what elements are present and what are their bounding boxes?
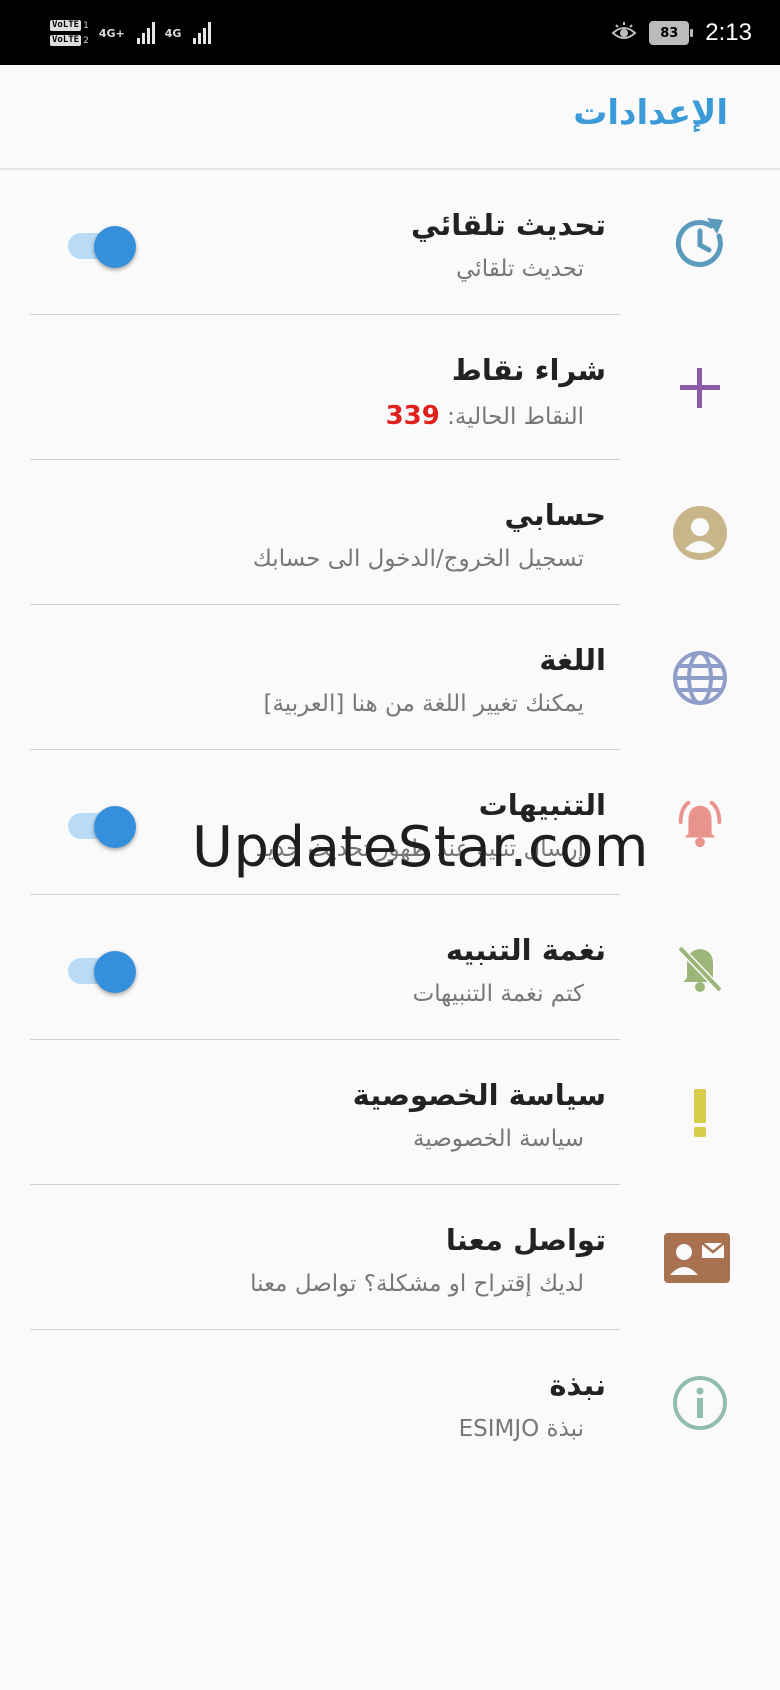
setting-title: سياسة الخصوصية [352,1078,606,1112]
eye-comfort-icon [611,22,637,39]
watermark: UpdateStar.com [192,815,649,880]
setting-language[interactable]: اللغة يمكنك تغيير اللغة من هنا [العربية] [0,605,780,750]
setting-my-account[interactable]: حسابي تسجيل الخروج/الدخول الى حسابك [0,460,780,605]
setting-subtitle: النقاط الحالية: 339 [386,401,584,431]
setting-title: نبذة [549,1368,606,1402]
bell-ring-icon [672,795,728,851]
battery-level: 83 [649,21,690,45]
globe-icon [672,650,728,706]
points-label: النقاط الحالية: [447,404,584,430]
account-icon [672,505,728,561]
network-type-1: 4G+ [98,26,125,40]
bell-off-icon [672,940,728,996]
volte-2-badge: VoLTE [50,35,82,46]
signal-1-icon [136,22,155,44]
network-type-2: 4G [164,26,182,40]
setting-subtitle: يمكنك تغيير اللغة من هنا [العربية] [263,691,585,717]
status-bar-left: VoLTE 1 VoLTE 2 4G+ 4G [50,12,212,54]
plus-icon [672,360,728,416]
setting-notification-tone[interactable]: نغمة التنبيه كتم نغمة التنبيهات [0,895,780,1040]
setting-contact-us[interactable]: تواصل معنا لديك إقتراح او مشكلة؟ تواصل م… [0,1185,780,1330]
auto-update-icon [672,215,728,271]
status-bar: VoLTE 1 VoLTE 2 4G+ 4G 83 2:13 [0,0,780,65]
setting-title: حسابي [504,498,606,532]
setting-title: اللغة [539,643,606,677]
volte-1-badge: VoLTE [50,20,82,31]
setting-buy-points[interactable]: شراء نقاط النقاط الحالية: 339 [0,315,780,460]
setting-title: تحديث تلقائي [411,208,606,242]
setting-subtitle: لديك إقتراح او مشكلة؟ تواصل معنا [250,1271,584,1297]
setting-about[interactable]: نبذة نبذة ESIMJO [0,1330,780,1475]
setting-title: تواصل معنا [445,1223,606,1257]
volte-1-number: 1 [83,20,89,31]
notification-tone-toggle[interactable] [68,949,140,993]
contact-card-icon [664,1230,730,1286]
app-bar: الإعدادات [0,65,780,170]
setting-title: نغمة التنبيه [445,933,606,967]
setting-subtitle: نبذة ESIMJO [458,1416,584,1442]
status-bar-right: 83 2:13 [611,12,752,54]
signal-2-icon [193,22,212,44]
volte-indicators: VoLTE 1 VoLTE 2 [50,20,89,46]
setting-subtitle: تحديث تلقائي [456,256,584,282]
volte-2-number: 2 [83,35,89,46]
setting-privacy-policy[interactable]: سياسة الخصوصية سياسة الخصوصية [0,1040,780,1185]
setting-subtitle: سياسة الخصوصية [412,1126,584,1152]
battery-icon: 83 [649,21,694,45]
setting-subtitle: تسجيل الخروج/الدخول الى حسابك [252,546,584,572]
setting-auto-update[interactable]: تحديث تلقائي تحديث تلقائي [0,170,780,315]
setting-subtitle: كتم نغمة التنبيهات [412,981,584,1007]
page-title: الإعدادات [573,93,728,133]
setting-title: شراء نقاط [451,353,606,387]
auto-update-toggle[interactable] [68,224,140,268]
notifications-toggle[interactable] [68,804,140,848]
clock: 2:13 [705,19,752,46]
exclamation-icon [672,1085,728,1141]
info-icon [672,1375,728,1431]
points-value: 339 [385,401,440,431]
